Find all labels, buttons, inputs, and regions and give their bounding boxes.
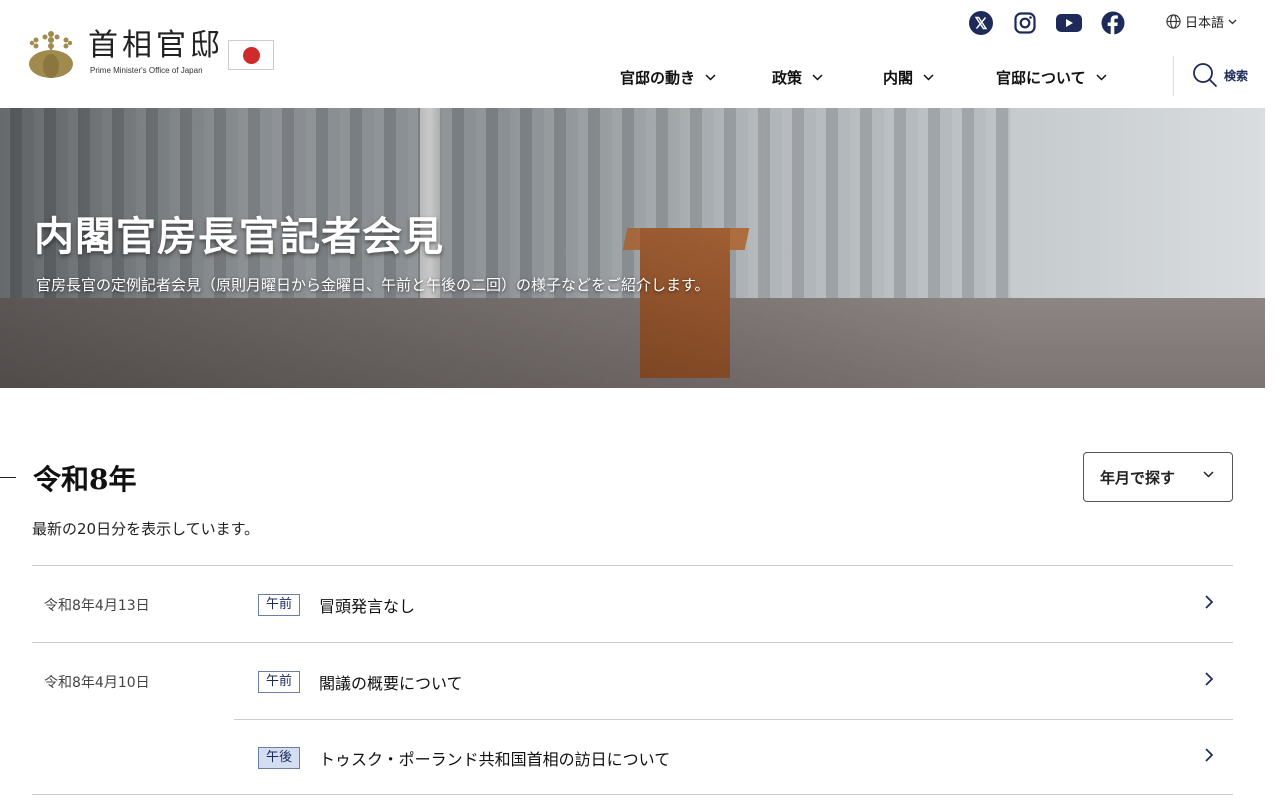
- chevron-down-icon: [923, 73, 934, 81]
- facebook-icon[interactable]: [1100, 10, 1126, 36]
- chevron-down-icon: [812, 73, 823, 81]
- instagram-icon[interactable]: [1012, 10, 1038, 36]
- site-header: 首相官邸 Prime Minister's Office of Japan 日本…: [0, 0, 1280, 108]
- nav-item-activities[interactable]: 官邸の動き: [620, 60, 716, 94]
- language-label: 日本語: [1185, 16, 1225, 31]
- logo-title: 首相官邸: [88, 28, 224, 63]
- item-title: 閣議の概要について: [319, 674, 463, 693]
- chevron-down-icon: [1203, 471, 1214, 478]
- list-item[interactable]: 令和8年4月13日 午前 冒頭発言なし: [32, 565, 1233, 642]
- chevron-down-icon: [1228, 19, 1237, 24]
- nav-item-label: 政策: [772, 68, 803, 87]
- nav-item-label: 内閣: [883, 68, 914, 87]
- hero-banner: 内閣官房長官記者会見 官房長官の定例記者会見（原則月曜日から金曜日、午前と午後の…: [0, 108, 1265, 388]
- item-title: トゥスク・ポーランド共和国首相の訪日について: [319, 750, 671, 769]
- press-conference-list: 令和8年4月13日 午前 冒頭発言なし 令和8年4月10日 午前 閣議の概要につ…: [32, 565, 1233, 796]
- session-badge: 午前: [258, 671, 301, 693]
- item-date: 令和8年4月13日: [44, 598, 150, 614]
- nav-item-policy[interactable]: 政策: [772, 60, 823, 94]
- nav-item-label: 官邸について: [996, 68, 1086, 87]
- language-selector[interactable]: 日本語: [1166, 12, 1237, 31]
- chevron-down-icon: [1096, 73, 1107, 81]
- site-logo[interactable]: 首相官邸 Prime Minister's Office of Japan: [24, 28, 224, 80]
- nav-item-cabinet[interactable]: 内閣: [883, 60, 934, 94]
- list-item[interactable]: 午後 トゥスク・ポーランド共和国首相の訪日について: [32, 719, 1233, 796]
- chevron-right-icon: [1205, 748, 1213, 762]
- year-heading: 令和8年: [33, 463, 137, 496]
- social-links: [968, 10, 1144, 36]
- page-title: 内閣官房長官記者会見: [34, 213, 444, 260]
- main-nav: 官邸の動き 政策 内閣 官邸について: [620, 60, 1107, 94]
- chevron-down-icon: [705, 73, 716, 81]
- session-badge: 午後: [258, 747, 301, 769]
- list-note: 最新の20日分を表示しています。: [32, 520, 260, 538]
- paulownia-emblem-icon: [29, 31, 73, 78]
- search-label: 検索: [1224, 68, 1249, 83]
- search-button[interactable]: 検索: [1192, 62, 1248, 88]
- nav-item-label: 官邸の動き: [620, 68, 696, 87]
- chevron-right-icon: [1205, 595, 1213, 609]
- find-by-month-label: 年月で探す: [1100, 468, 1176, 487]
- x-icon[interactable]: [968, 10, 994, 36]
- page-description: 官房長官の定例記者会見（原則月曜日から金曜日、午前と午後の二回）の様子などをご紹…: [36, 276, 710, 294]
- item-title: 冒頭発言なし: [319, 597, 416, 616]
- list-divider: [32, 794, 1233, 795]
- session-badge: 午前: [258, 594, 301, 616]
- japan-flag-icon: [228, 40, 274, 70]
- nav-item-about[interactable]: 官邸について: [996, 60, 1107, 94]
- list-item[interactable]: 令和8年4月10日 午前 閣議の概要について: [32, 642, 1233, 719]
- youtube-icon[interactable]: [1056, 10, 1082, 36]
- chevron-right-icon: [1205, 672, 1213, 686]
- logo-subtitle: Prime Minister's Office of Japan: [90, 66, 203, 75]
- globe-icon: [1166, 14, 1181, 29]
- section-marker: [0, 477, 16, 478]
- find-by-month-dropdown[interactable]: 年月で探す: [1083, 452, 1233, 502]
- item-date: 令和8年4月10日: [44, 675, 150, 691]
- search-icon: [1193, 63, 1218, 88]
- nav-divider: [1173, 56, 1174, 96]
